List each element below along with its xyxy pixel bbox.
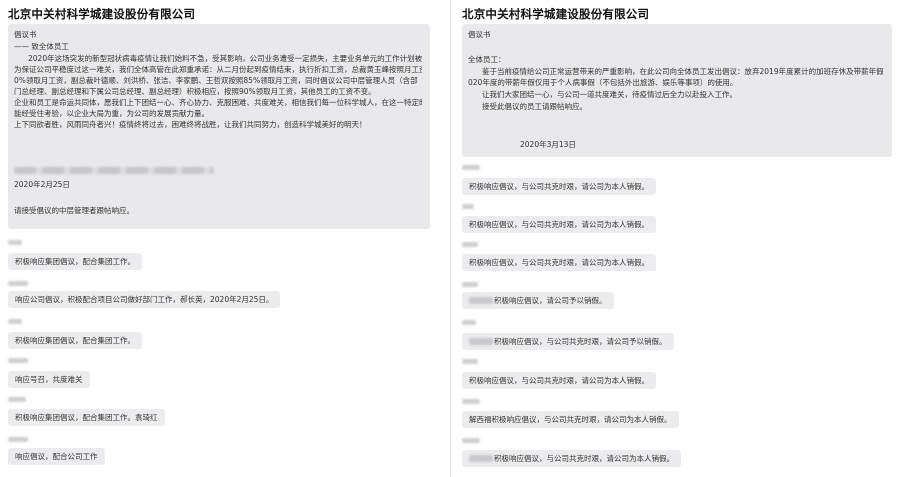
post-line: 上下同欲者胜，风雨同舟者兴！疫情终将过去，困难终将战胜，让我们共同努力，创造科学…: [14, 120, 367, 129]
blurred-signatories: [14, 167, 214, 174]
reply-bubble: 积极响应倡议，与公司共克时艰，请公司为本人销假。: [462, 254, 656, 271]
reply-bubble: 积极响应倡议，请公司予以销假。: [462, 292, 614, 309]
reply-author-blurred: [8, 281, 28, 288]
reply-text: 积极响应倡议，与公司共克时艰，请公司予以销假。: [494, 337, 667, 346]
company-title: 北京中关村科学城建设股份有限公司: [8, 7, 196, 21]
reply-bubble: 积极响应集团倡议，配合集团工作。: [8, 332, 142, 349]
post-salutation: 全体员工：: [468, 55, 506, 64]
post-date: 2020年2月25日: [14, 180, 70, 189]
reply-text: 积极响应倡议，请公司予以销假。: [494, 296, 607, 305]
reply-bubble: 响应公司倡议，积极配合项目公司做好部门工作，郝长英，2020年2月25日。: [8, 291, 281, 308]
reply-author-blurred: [462, 165, 480, 172]
post-closing: 请接受倡议的中层管理者跟帖响应。: [14, 206, 134, 215]
initiative-post-card: 倡议书 —— 致全体员工 2020年这场突发的新型冠状病毒疫情让我们始料不急，受…: [8, 24, 430, 229]
reply-author-blurred: [8, 319, 22, 326]
reply-bubble: 积极响应倡议，与公司共克时艰，请公司为本人销假。: [462, 216, 656, 233]
panel-divider: [450, 0, 451, 477]
reply-author-blurred: [8, 358, 28, 365]
post-line: 能经受住考验，以企业大局为重，为公司的发展贡献力量。: [14, 109, 209, 118]
reply-bubble: 积极响应集团倡议，配合集团工作。袁琦红: [8, 409, 165, 426]
blurred-name: [469, 455, 493, 462]
post-line: 接受此倡议的员工请跟帖响应。: [482, 102, 587, 111]
post-line: 企业和员工是命运共同体，愿我们上下团结一心、齐心协力、克服困难、共度难关，相信我…: [14, 98, 422, 107]
reply-text: 积极响应倡议，与公司共克时艰，请公司为本人销假。: [494, 454, 674, 463]
reply-author-blurred: [8, 437, 28, 444]
reply-author-blurred: [462, 320, 476, 327]
blurred-name: [469, 338, 493, 345]
company-title: 北京中关村科学城建设股份有限公司: [462, 7, 650, 21]
initiative-post-card: 倡议书 全体员工： 鉴于当前疫情给公司正常运营带来的严重影响，在此公司向全体员工…: [462, 24, 892, 157]
left-chat-panel: 北京中关村科学城建设股份有限公司 倡议书 —— 致全体员工 2020年这场突发的…: [0, 0, 450, 477]
post-line: 鉴于当前疫情给公司正常运营带来的严重影响，在此公司向全体员工发出倡议：放弃201…: [482, 67, 884, 76]
reply-author-blurred: [462, 242, 478, 249]
post-line: 020年度的带薪年假仅用于个人病事假（不包括外出旅游、娱乐等事项）的使用。: [468, 78, 738, 87]
post-line: 0%领取月工资，副总裁叶德顺、刘洪桥、张洁、李家鹏、王哲双按照85%领取月工资，…: [14, 76, 418, 85]
reply-author-blurred: [462, 438, 480, 445]
reply-author-blurred: [8, 397, 26, 404]
reply-author-blurred: [462, 399, 480, 406]
reply-bubble: 积极响应倡议，与公司共克时艰，请公司为本人销假。: [462, 178, 656, 195]
reply-bubble: 解西福积极响应倡议，与公司共克时艰，请公司为本人销假。: [462, 411, 679, 428]
reply-author-blurred: [462, 204, 474, 211]
post-line: 让我们大家团结一心，与公司一道共度难关，待疫情过后全力以赴投入工作。: [482, 90, 737, 99]
blurred-name: [469, 297, 493, 304]
right-chat-panel: 北京中关村科学城建设股份有限公司 倡议书 全体员工： 鉴于当前疫情给公司正常运营…: [452, 0, 900, 477]
post-title: 倡议书: [468, 30, 491, 39]
reply-bubble: 响应号召，共度难关: [8, 371, 90, 388]
post-date: 2020年3月13日: [520, 140, 576, 149]
post-title: 倡议书: [14, 30, 37, 39]
reply-author-blurred: [462, 282, 478, 289]
reply-author-blurred: [8, 240, 22, 247]
reply-bubble: 积极响应倡议，与公司共克时艰，请公司予以销假。: [462, 333, 674, 350]
reply-bubble: 积极响应倡议，与公司共克时艰，请公司为本人销假。: [462, 372, 656, 389]
reply-bubble: 响应倡议，配合公司工作: [8, 448, 105, 465]
post-salutation: —— 致全体员工: [14, 42, 69, 51]
reply-bubble: 积极响应倡议，与公司共克时艰，请公司为本人销假。: [462, 450, 681, 467]
post-line: 2020年这场突发的新型冠状病毒疫情让我们始料不急，受其影响，公司业务遭受一定损…: [28, 54, 422, 63]
reply-author-blurred: [462, 359, 478, 366]
reply-bubble: 积极响应集团倡议，配合集团工作。: [8, 253, 142, 270]
post-line: 门总经理、副总经理和下属公司总经理、副总经理）积极相应，按照90%领取月工资，其…: [14, 87, 376, 96]
post-line: 为保证公司平稳度过这一难关，我们全体高管在此郑重承诺：从二月份起到疫情结束，执行…: [14, 65, 422, 74]
